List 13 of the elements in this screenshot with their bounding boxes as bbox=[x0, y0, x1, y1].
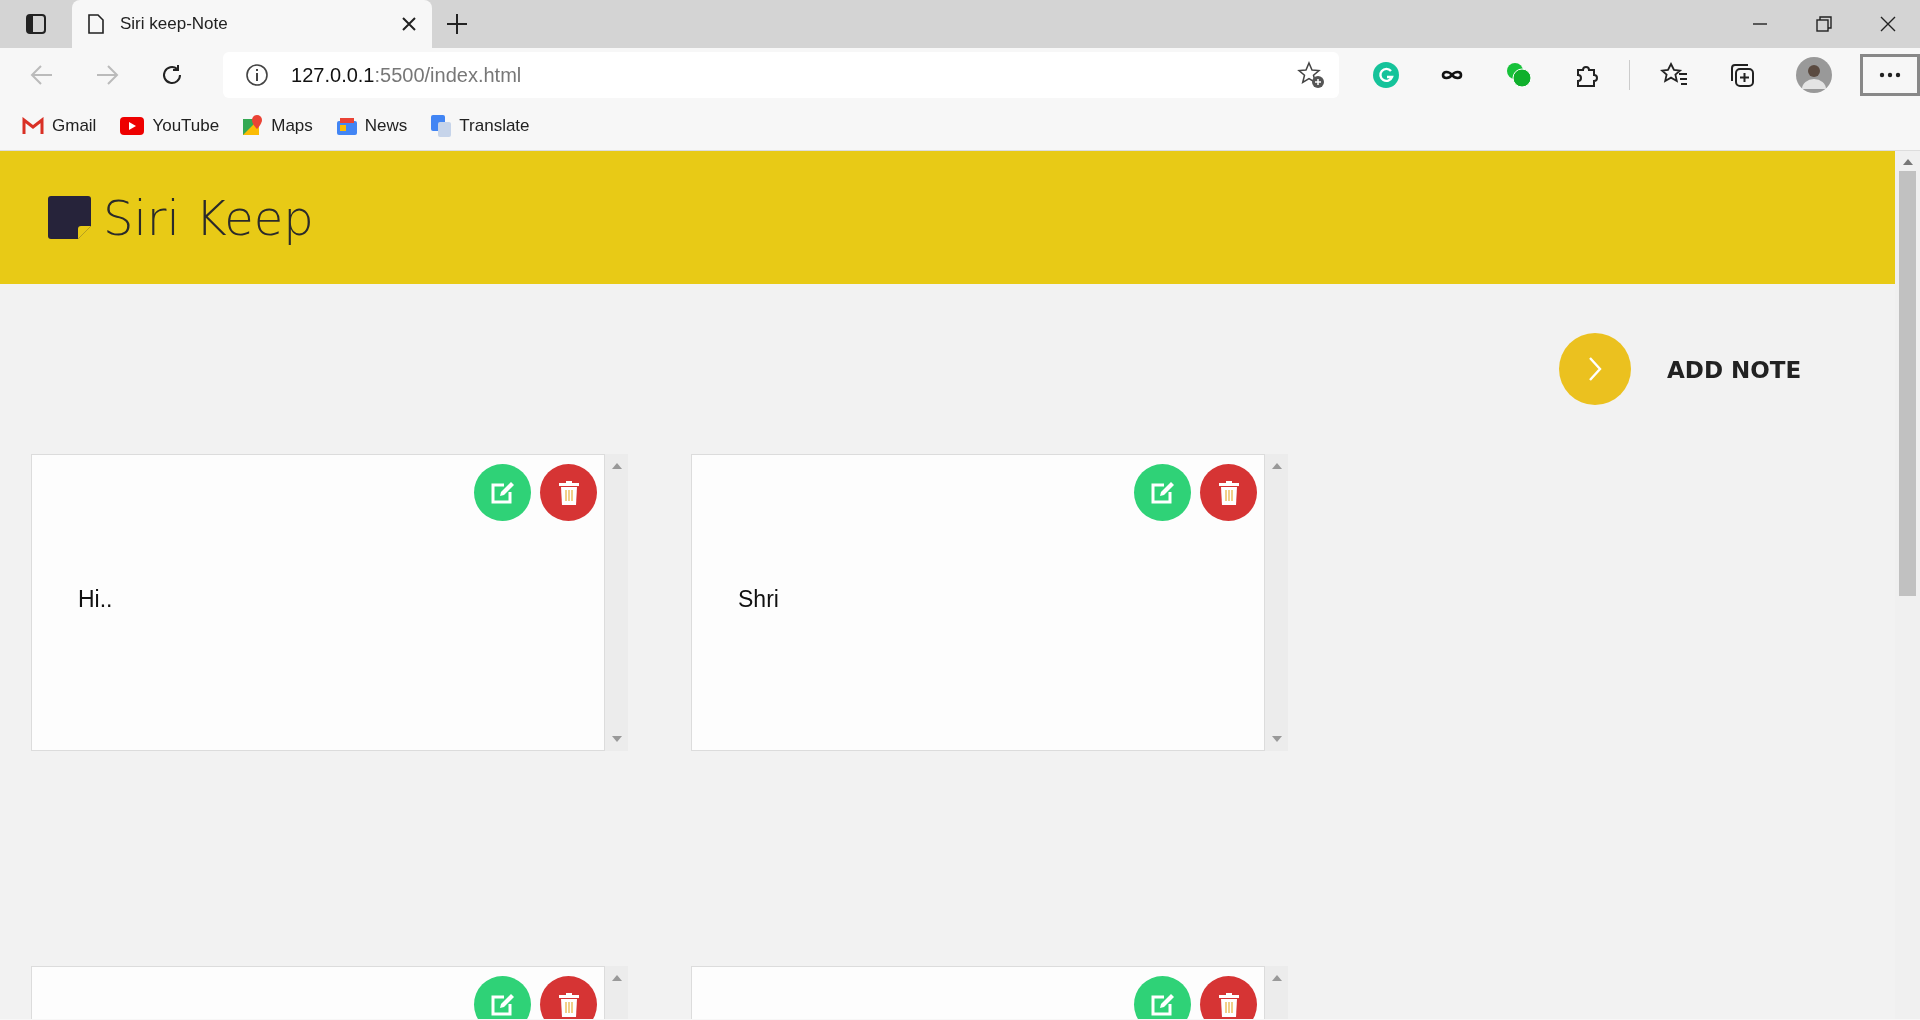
app-title: Siri Keep bbox=[103, 188, 314, 248]
url-text: 127.0.0.1:5500/index.html bbox=[291, 63, 522, 88]
browser-tab[interactable]: Siri keep-Note bbox=[72, 0, 432, 48]
bookmark-link[interactable]: Maps bbox=[243, 113, 313, 139]
add-note-label[interactable]: ADD NOTE bbox=[1667, 353, 1802, 388]
bookmark-link[interactable]: YouTube bbox=[120, 113, 220, 139]
bookmark-link[interactable]: Translate bbox=[431, 113, 530, 139]
bookmark-link[interactable]: Gmail bbox=[22, 113, 97, 139]
bookmark-link[interactable]: News bbox=[336, 113, 408, 139]
tab-title: Siri keep-Note bbox=[120, 13, 229, 36]
address-bar[interactable]: 127.0.0.1:5500/index.html bbox=[223, 52, 1339, 98]
note-text: Shri bbox=[738, 585, 779, 614]
note-text: Hi.. bbox=[78, 585, 113, 614]
